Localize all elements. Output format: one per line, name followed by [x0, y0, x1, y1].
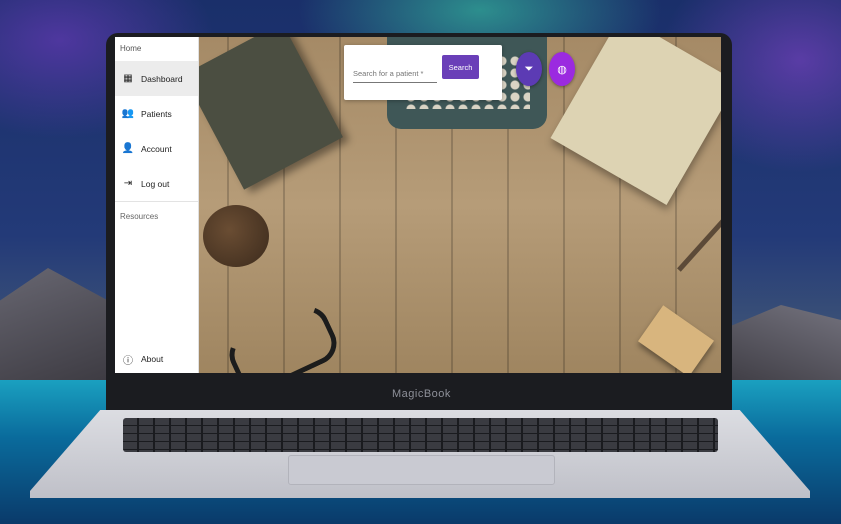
sidebar-item-label: Patients — [141, 108, 172, 119]
sidebar-item-label: Log out — [141, 178, 170, 189]
search-card: Search — [344, 45, 502, 100]
sidebar-item-logout[interactable]: ⇥ Log out — [115, 166, 198, 201]
account-circle-icon: ◍ — [557, 63, 567, 76]
dashboard-icon: ▦ — [123, 73, 133, 84]
info-icon: ⓘ — [123, 355, 133, 367]
sidebar-header[interactable]: Home — [115, 37, 198, 61]
sidebar-subheader: Resources — [120, 212, 159, 221]
logout-icon: ⇥ — [123, 178, 133, 189]
filter-button[interactable]: ⏷ — [516, 52, 542, 86]
matchbox-decoration — [637, 305, 715, 373]
filter-icon: ⏷ — [524, 62, 534, 75]
sidebar-item-dashboard[interactable]: ▦ Dashboard — [115, 61, 198, 96]
account-button[interactable]: ◍ — [549, 52, 575, 86]
sidebar-item-about[interactable]: ⓘ About — [115, 345, 198, 373]
brand-label: MagicBook — [392, 388, 451, 400]
glasses-decoration — [222, 299, 344, 373]
sidebar-item-label: About — [141, 354, 164, 364]
search-input[interactable] — [353, 65, 437, 83]
people-icon: 👥 — [121, 108, 135, 119]
paper-decoration — [550, 37, 721, 205]
laptop-touchpad — [288, 455, 555, 485]
pinecone-decoration — [203, 205, 269, 267]
sidebar: Home ▦ Dashboard 👥 Patients 👤 Account ⇥ … — [115, 37, 199, 373]
app-screen: Home ▦ Dashboard 👥 Patients 👤 Account ⇥ … — [115, 37, 721, 373]
sidebar-item-label: Dashboard — [141, 73, 183, 84]
book-decoration — [183, 37, 343, 190]
person-icon: 👤 — [121, 143, 135, 154]
sidebar-item-label: Account — [141, 143, 172, 154]
laptop-keyboard — [123, 418, 718, 452]
search-button[interactable]: Search — [442, 55, 479, 79]
sidebar-item-patients[interactable]: 👥 Patients — [115, 96, 198, 131]
pencil-decoration — [677, 219, 721, 272]
sidebar-item-account[interactable]: 👤 Account — [115, 131, 198, 166]
